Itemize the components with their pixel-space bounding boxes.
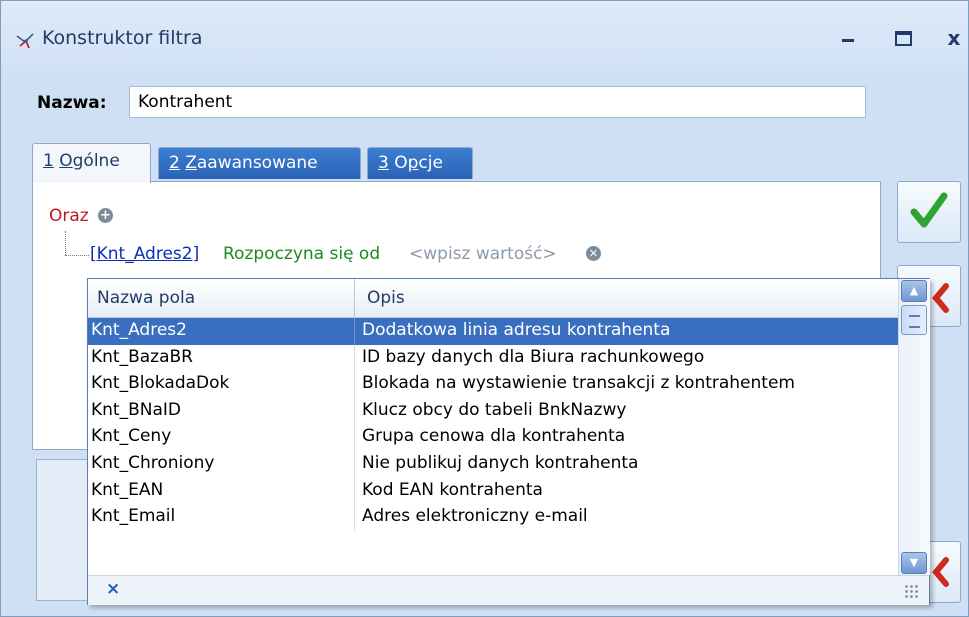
scroll-down-arrow-icon[interactable]: ▼ <box>901 552 927 574</box>
tab-number: 2 <box>169 153 180 173</box>
filter-constructor-window: Konstruktor filtra x Nazwa: 1 Ogólne 2 Z… <box>0 0 969 617</box>
cell-divider <box>354 344 355 372</box>
field-description: Kod EAN kontrahenta <box>362 479 543 500</box>
add-condition-icon[interactable]: + <box>98 208 113 223</box>
close-button[interactable]: x <box>941 25 967 51</box>
field-description: ID bazy danych dla Biura rachunkowego <box>362 346 705 367</box>
field-list-header: Nazwa pola Opis <box>88 279 898 318</box>
resize-grip-icon[interactable] <box>904 584 918 598</box>
filter-constructor-icon <box>16 33 34 49</box>
tab-label-post: cje <box>418 153 443 173</box>
condition-field-link[interactable]: [Knt_Adres2] <box>90 244 199 264</box>
tab-number: 1 <box>43 151 54 171</box>
field-name: Knt_Adres2 <box>91 320 187 340</box>
field-name: Knt_EAN <box>91 479 164 500</box>
name-label: Nazwa: <box>37 93 107 113</box>
field-description: Nie publikuj danych kontrahenta <box>362 452 639 473</box>
tab-hotkey: O <box>59 151 73 171</box>
list-item[interactable]: Knt_Ceny Grupa cenowa dla kontrahenta <box>88 424 898 451</box>
tree-connector <box>65 255 89 256</box>
field-description: Dodatkowa linia adresu kontrahenta <box>362 320 671 340</box>
list-item[interactable]: Knt_BlokadaDok Blokada na wystawienie tr… <box>88 371 898 398</box>
field-name: Knt_Email <box>91 506 176 527</box>
cell-divider <box>354 477 355 505</box>
field-list: Knt_Adres2 Dodatkowa linia adresu kontra… <box>88 318 898 531</box>
tab-general[interactable]: 1 Ogólne <box>32 143 151 183</box>
group-operator-link[interactable]: Oraz <box>49 206 89 226</box>
list-item[interactable]: Knt_BNaID Klucz obcy do tabeli BnkNazwy <box>88 397 898 425</box>
list-item[interactable]: Knt_BazaBR ID bazy danych dla Biura rach… <box>88 344 898 372</box>
field-name: Knt_BlokadaDok <box>91 373 230 394</box>
tab-advanced[interactable]: 2 Zaawansowane <box>158 147 361 179</box>
window-title: Konstruktor filtra <box>42 27 203 49</box>
field-name: Knt_BazaBR <box>91 346 193 367</box>
checkmark-icon <box>910 192 948 228</box>
cell-divider <box>354 397 355 425</box>
cell-divider <box>354 371 355 398</box>
column-divider[interactable] <box>354 279 355 317</box>
list-item[interactable]: Knt_Email Adres elektroniczny e-mail <box>88 504 898 531</box>
vertical-scrollbar[interactable]: ▲ ▼ <box>898 279 930 575</box>
list-item[interactable]: Knt_EAN Kod EAN kontrahenta <box>88 477 898 505</box>
cell-divider <box>354 424 355 451</box>
cell-divider <box>354 504 355 531</box>
cell-divider <box>354 450 355 478</box>
cell-divider <box>354 318 355 345</box>
column-header-field-name[interactable]: Nazwa pola <box>97 288 195 308</box>
list-item[interactable]: Knt_Chroniony Nie publikuj danych kontra… <box>88 450 898 478</box>
condition-value-link[interactable]: <wpisz wartość> <box>409 244 557 264</box>
tab-number: 3 <box>378 153 389 173</box>
scroll-thumb[interactable] <box>901 305 927 335</box>
condition-operator-link[interactable]: Rozpoczyna się od <box>223 244 380 264</box>
field-name: Knt_Ceny <box>91 426 172 447</box>
tab-label-post: aawansowane <box>196 153 318 173</box>
column-header-description[interactable]: Opis <box>367 288 405 308</box>
field-description: Grupa cenowa dla kontrahenta <box>362 426 626 447</box>
tab-label-post: gólne <box>72 151 120 171</box>
tab-hotkey: p <box>407 153 419 173</box>
title-bar: Konstruktor filtra x <box>1 1 968 89</box>
field-description: Adres elektroniczny e-mail <box>362 506 588 527</box>
remove-condition-icon[interactable]: ✕ <box>586 246 601 261</box>
field-description: Blokada na wystawienie transakcji z kont… <box>362 373 795 394</box>
name-input[interactable] <box>129 86 866 118</box>
tree-connector <box>65 231 66 255</box>
maximize-button[interactable] <box>890 25 916 51</box>
minimize-button[interactable] <box>835 25 861 51</box>
tab-hotkey: Z <box>185 153 197 173</box>
list-item[interactable]: Knt_Adres2 Dodatkowa linia adresu kontra… <box>88 318 898 345</box>
tab-options[interactable]: 3 Opcje <box>367 147 473 179</box>
field-picker-dropdown: Nazwa pola Opis Knt_Adres2 Dodatkowa lin… <box>87 278 930 605</box>
dropdown-footer: × <box>88 575 929 605</box>
clear-selection-icon[interactable]: × <box>106 579 120 599</box>
field-name: Knt_BNaID <box>91 399 181 420</box>
scroll-up-arrow-icon[interactable]: ▲ <box>901 280 927 302</box>
ok-button[interactable] <box>897 181 961 243</box>
field-name: Knt_Chroniony <box>91 452 215 473</box>
tab-label-pre: O <box>394 153 408 173</box>
field-description: Klucz obcy do tabeli BnkNazwy <box>362 399 627 420</box>
